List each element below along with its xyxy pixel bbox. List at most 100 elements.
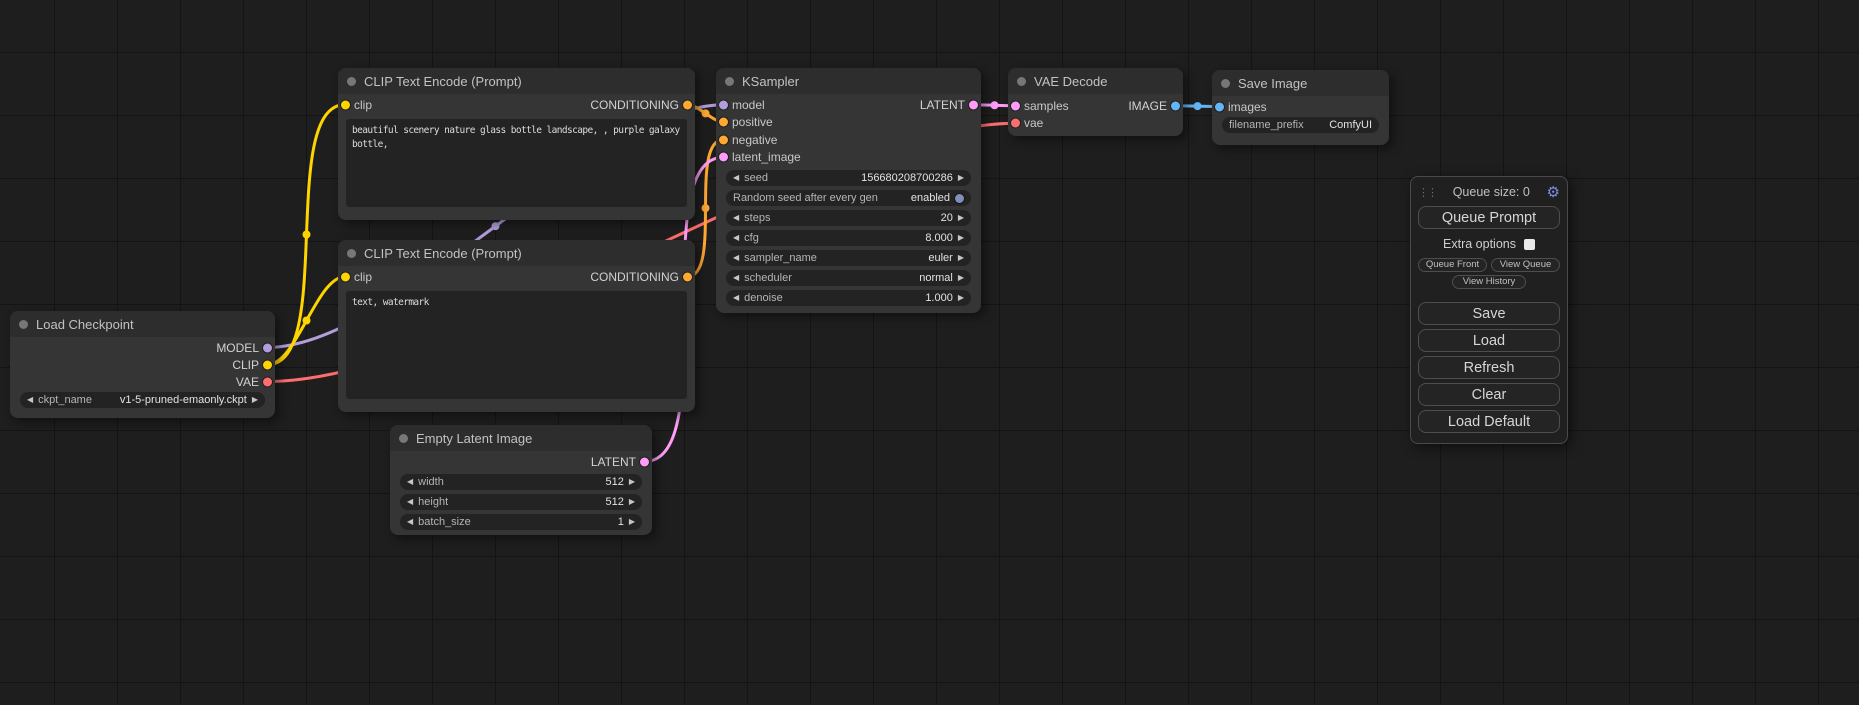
extra-options-checkbox[interactable] [1524, 239, 1535, 250]
collapse-dot[interactable] [347, 77, 356, 86]
node-header[interactable]: Save Image [1212, 70, 1389, 96]
widget-label: scheduler [744, 272, 792, 284]
collapse-dot[interactable] [1221, 79, 1230, 88]
widget-label: steps [744, 212, 770, 224]
view-queue-button[interactable]: View Queue [1491, 258, 1560, 272]
latent-output-port[interactable] [969, 100, 978, 109]
view-history-button[interactable]: View History [1452, 275, 1527, 289]
slot-row: positive [716, 114, 981, 132]
node-save-image[interactable]: Save Image images filename_prefix ComfyU… [1212, 70, 1389, 145]
collapse-dot[interactable] [399, 434, 408, 443]
latent-image-input-port[interactable] [719, 153, 728, 162]
node-vae-decode[interactable]: VAE Decode samples IMAGE vae [1008, 68, 1183, 136]
denoise-widget[interactable]: ◀ denoise 1.000 ▶ [726, 290, 971, 306]
random-seed-toggle[interactable]: Random seed after every gen enabled [726, 190, 971, 206]
conditioning-output-port[interactable] [683, 100, 692, 109]
steps-widget[interactable]: ◀ steps 20 ▶ [726, 210, 971, 226]
width-widget[interactable]: ◀ width 512 ▶ [400, 474, 642, 490]
positive-prompt-textarea[interactable]: beautiful scenery nature glass bottle la… [346, 119, 687, 207]
decrement-arrow-icon[interactable]: ◀ [407, 498, 413, 506]
slot-row: clip CONDITIONING [338, 268, 695, 285]
positive-input-port[interactable] [719, 118, 728, 127]
vae-output-port[interactable] [263, 377, 272, 386]
slot-label-negative: negative [732, 133, 777, 147]
decrement-arrow-icon[interactable]: ◀ [733, 294, 739, 302]
conditioning-output-port[interactable] [683, 272, 692, 281]
decrement-arrow-icon[interactable]: ◀ [407, 518, 413, 526]
queue-prompt-button[interactable]: Queue Prompt [1418, 206, 1560, 229]
node-header[interactable]: VAE Decode [1008, 68, 1183, 94]
negative-prompt-textarea[interactable]: text, watermark [346, 291, 687, 399]
decrement-arrow-icon[interactable]: ◀ [407, 478, 413, 486]
node-title: Empty Latent Image [416, 431, 532, 446]
node-title: KSampler [742, 74, 799, 89]
increment-arrow-icon[interactable]: ▶ [958, 254, 964, 262]
slot-row: latent_image [716, 149, 981, 167]
link-midpoint-dot [492, 222, 500, 230]
decrement-arrow-icon[interactable]: ◀ [733, 254, 739, 262]
refresh-button[interactable]: Refresh [1418, 356, 1560, 379]
collapse-dot[interactable] [725, 77, 734, 86]
decrement-arrow-icon[interactable]: ◀ [733, 234, 739, 242]
scheduler-widget[interactable]: ◀ scheduler normal ▶ [726, 270, 971, 286]
node-clip-text-encode-negative[interactable]: CLIP Text Encode (Prompt) clip CONDITION… [338, 240, 695, 412]
increment-arrow-icon[interactable]: ▶ [629, 498, 635, 506]
ckpt-name-widget[interactable]: ◀ ckpt_name v1-5-pruned-emaonly.ckpt ▶ [20, 392, 265, 408]
node-clip-text-encode-positive[interactable]: CLIP Text Encode (Prompt) clip CONDITION… [338, 68, 695, 220]
clear-button[interactable]: Clear [1418, 383, 1560, 406]
drag-handle-icon[interactable]: ⋮⋮ [1418, 186, 1436, 199]
node-graph-canvas[interactable]: Load Checkpoint MODEL CLIP VAE ◀ ckpt_na… [0, 0, 1859, 705]
collapse-dot[interactable] [1017, 77, 1026, 86]
clip-output-port[interactable] [263, 360, 272, 369]
toggle-indicator[interactable] [955, 194, 964, 203]
collapse-dot[interactable] [347, 249, 356, 258]
node-header[interactable]: Empty Latent Image [390, 425, 652, 451]
clip-input-port[interactable] [341, 272, 350, 281]
decrement-arrow-icon[interactable]: ◀ [27, 396, 33, 404]
filename-prefix-widget[interactable]: filename_prefix ComfyUI [1222, 117, 1379, 133]
queue-front-button[interactable]: Queue Front [1418, 258, 1487, 272]
slot-label-vae: VAE [236, 375, 259, 389]
decrement-arrow-icon[interactable]: ◀ [733, 274, 739, 282]
slot-label-vae: vae [1024, 116, 1043, 130]
model-input-port[interactable] [719, 100, 728, 109]
batch-size-widget[interactable]: ◀ batch_size 1 ▶ [400, 514, 642, 530]
samples-input-port[interactable] [1011, 101, 1020, 110]
node-header[interactable]: Load Checkpoint [10, 311, 275, 337]
node-header[interactable]: CLIP Text Encode (Prompt) [338, 68, 695, 94]
increment-arrow-icon[interactable]: ▶ [958, 214, 964, 222]
widget-value: normal [919, 272, 953, 284]
settings-gear-icon[interactable]: ⚙ [1547, 183, 1560, 201]
vae-input-port[interactable] [1011, 119, 1020, 128]
menu-header: ⋮⋮ Queue size: 0 ⚙ [1418, 182, 1560, 202]
decrement-arrow-icon[interactable]: ◀ [733, 174, 739, 182]
load-default-button[interactable]: Load Default [1418, 410, 1560, 433]
load-button[interactable]: Load [1418, 329, 1560, 352]
images-input-port[interactable] [1215, 102, 1224, 111]
save-button[interactable]: Save [1418, 302, 1560, 325]
height-widget[interactable]: ◀ height 512 ▶ [400, 494, 642, 510]
collapse-dot[interactable] [19, 320, 28, 329]
decrement-arrow-icon[interactable]: ◀ [733, 214, 739, 222]
increment-arrow-icon[interactable]: ▶ [629, 478, 635, 486]
model-output-port[interactable] [263, 343, 272, 352]
increment-arrow-icon[interactable]: ▶ [958, 234, 964, 242]
node-header[interactable]: KSampler [716, 68, 981, 94]
node-ksampler[interactable]: KSampler model LATENT positive negative … [716, 68, 981, 313]
slot-label-conditioning: CONDITIONING [590, 98, 679, 112]
increment-arrow-icon[interactable]: ▶ [958, 274, 964, 282]
image-output-port[interactable] [1171, 101, 1180, 110]
sampler-name-widget[interactable]: ◀ sampler_name euler ▶ [726, 250, 971, 266]
increment-arrow-icon[interactable]: ▶ [958, 294, 964, 302]
latent-output-port[interactable] [640, 457, 649, 466]
cfg-widget[interactable]: ◀ cfg 8.000 ▶ [726, 230, 971, 246]
seed-widget[interactable]: ◀ seed 156680208700286 ▶ [726, 170, 971, 186]
node-empty-latent-image[interactable]: Empty Latent Image LATENT ◀ width 512 ▶ … [390, 425, 652, 535]
node-header[interactable]: CLIP Text Encode (Prompt) [338, 240, 695, 266]
clip-input-port[interactable] [341, 100, 350, 109]
increment-arrow-icon[interactable]: ▶ [629, 518, 635, 526]
increment-arrow-icon[interactable]: ▶ [252, 396, 258, 404]
increment-arrow-icon[interactable]: ▶ [958, 174, 964, 182]
negative-input-port[interactable] [719, 135, 728, 144]
node-load-checkpoint[interactable]: Load Checkpoint MODEL CLIP VAE ◀ ckpt_na… [10, 311, 275, 418]
